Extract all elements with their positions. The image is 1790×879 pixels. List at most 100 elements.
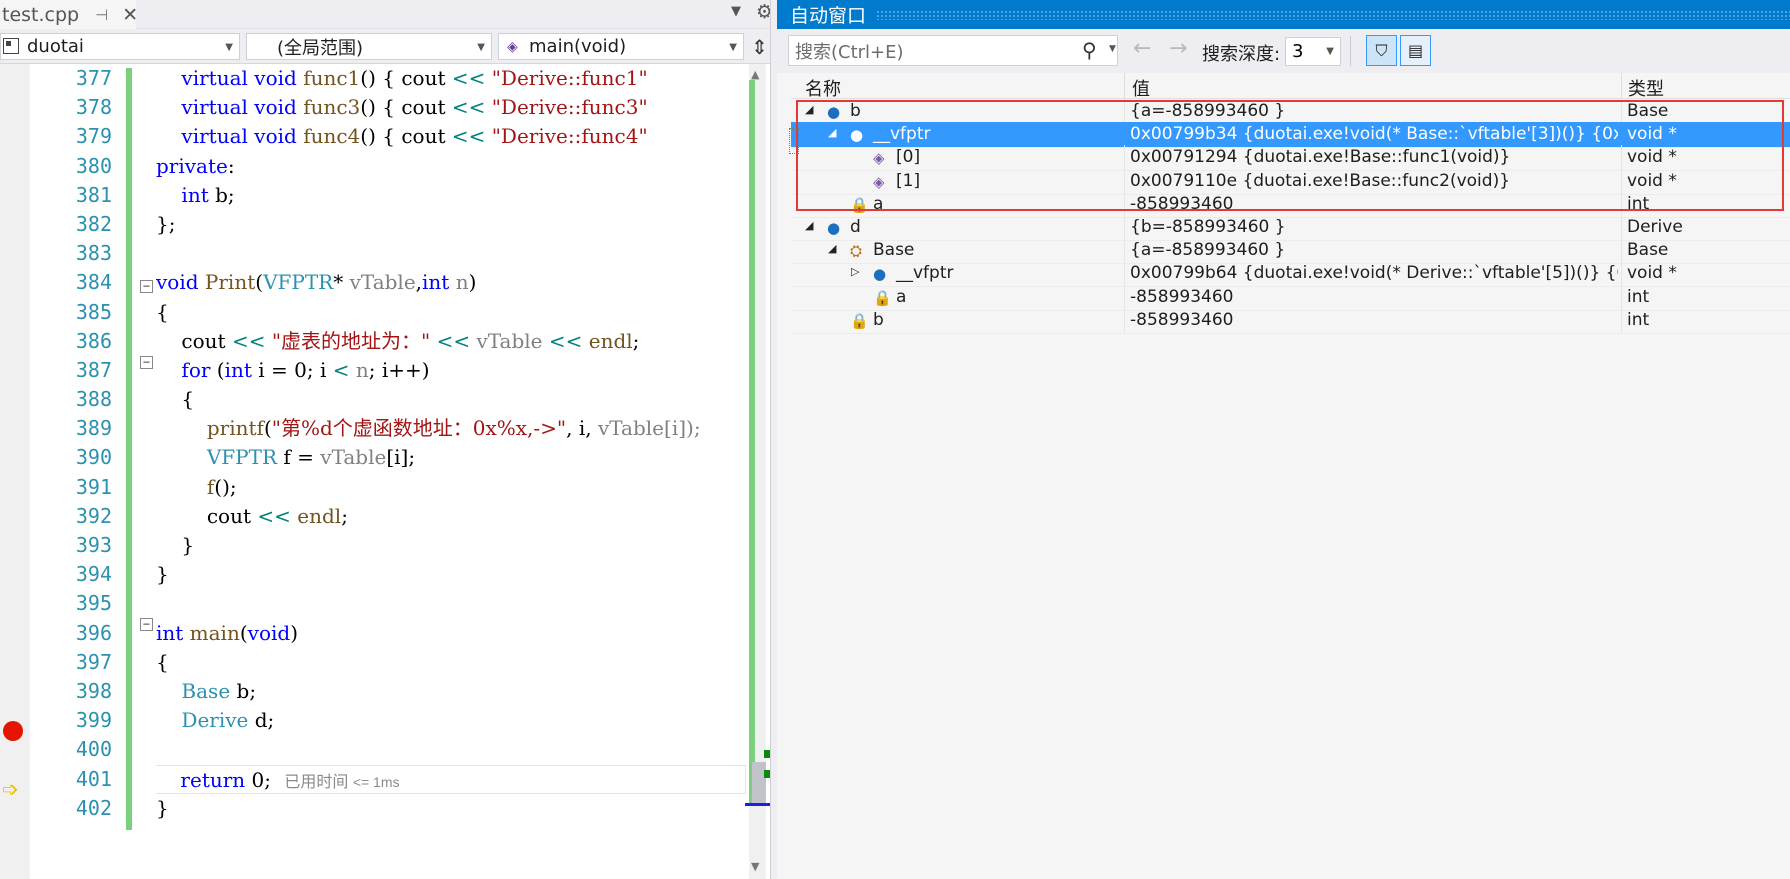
column-gridline [1124, 99, 1125, 125]
code-line[interactable]: } [156, 531, 746, 560]
scroll-down-icon[interactable]: ▼ [751, 860, 759, 873]
tab-list-dropdown-icon[interactable]: ▼ [731, 4, 741, 19]
autos-row-value[interactable]: {a=-858993460 } [1130, 101, 1618, 121]
autos-row-value[interactable]: -858993460 [1130, 287, 1618, 307]
scope-combo[interactable]: (全局范围) ▼ [246, 33, 492, 60]
code-line[interactable]: }; [156, 210, 746, 239]
column-header-value[interactable]: 值 [1132, 75, 1150, 101]
autos-title-bar[interactable]: 自动窗口 [777, 0, 1790, 29]
collapse-toggle-icon[interactable]: − [140, 280, 153, 293]
pane-splitter[interactable] [770, 0, 777, 879]
member-combo-value: main(void) [529, 36, 627, 57]
code-line[interactable]: { [156, 298, 746, 327]
collapse-arrow-icon[interactable]: ◢ [828, 126, 836, 139]
column-header-type[interactable]: 类型 [1628, 75, 1664, 101]
autos-row[interactable]: ▷ ● __vfptr 0x00799b64 {duotai.exe!void(* D… [791, 261, 1790, 288]
view-columns-button[interactable]: ▤ [1400, 35, 1431, 66]
code-line[interactable]: { [156, 385, 746, 414]
code-token: f [156, 474, 215, 499]
code-line[interactable]: cout << "虚表的地址为：" << vTable << endl; [156, 327, 746, 356]
pin-icon[interactable]: ⊣ [95, 6, 108, 24]
line-number: 378 [75, 95, 112, 120]
code-line[interactable]: } [156, 794, 746, 823]
code-token: << [451, 95, 492, 120]
column-header-name[interactable]: 名称 [805, 75, 841, 101]
code-token: void [254, 66, 304, 90]
code-token: b; [236, 678, 257, 703]
autos-row-value[interactable]: 0x00799b64 {duotai.exe!void(* Derive::`v… [1130, 263, 1618, 283]
search-back-button[interactable]: ← [1133, 36, 1151, 61]
code-line[interactable]: f(); [156, 473, 746, 502]
code-line[interactable]: virtual void func4() { cout << "Derive::… [156, 122, 746, 151]
member-combo[interactable]: main(void) ▼ [498, 33, 744, 60]
collapse-toggle-icon[interactable]: − [140, 356, 153, 369]
autos-row[interactable]: ◢ ● d {b=-858993460 } Derive [791, 215, 1790, 241]
object-icon: ● [873, 265, 887, 284]
search-placeholder: 搜索(Ctrl+E) [795, 41, 904, 63]
code-line[interactable]: void Print(VFPTR* vTable,int n) [156, 268, 746, 297]
autos-row-value[interactable]: {a=-858993460 } [1130, 240, 1618, 260]
search-forward-button[interactable]: → [1169, 36, 1187, 61]
autos-row-value[interactable]: 0x00791294 {duotai.exe!Base::func1(void)… [1130, 147, 1618, 167]
perf-tip[interactable]: 已用时间 <= 1ms [271, 774, 399, 791]
autos-row[interactable]: ◢ ⛭ Base {a=-858993460 } Base [791, 238, 1790, 265]
autos-row-value[interactable]: -858993460 [1130, 194, 1618, 214]
code-line[interactable]: Derive d; [156, 706, 746, 735]
code-token: endl [297, 503, 342, 528]
code-token: void [254, 95, 304, 120]
code-line[interactable]: return 0; 已用时间 <= 1ms [156, 764, 746, 794]
code-line[interactable]: int main(void) [156, 619, 746, 648]
code-line[interactable] [156, 735, 746, 764]
chevron-down-icon[interactable]: ▼ [1109, 44, 1116, 54]
split-window-icon[interactable]: ⇕ [751, 35, 768, 59]
expand-arrow-icon[interactable]: ▷ [851, 265, 859, 278]
search-icon[interactable]: ⚲ [1082, 38, 1097, 62]
close-icon[interactable]: ✕ [122, 4, 138, 26]
code-line[interactable]: VFPTR f = vTable[i]; [156, 443, 746, 472]
breakpoint-icon[interactable] [3, 721, 23, 741]
project-combo[interactable]: duotai ▼ [0, 33, 240, 60]
code-line[interactable]: Base b; [156, 677, 746, 706]
autos-title: 自动窗口 [790, 5, 867, 27]
column-divider[interactable] [1124, 73, 1125, 99]
autos-row[interactable]: ◢ ● __vfptr 0x00799b34 {duotai.exe!void(* B… [791, 122, 1790, 149]
search-depth-value: 3 [1292, 41, 1304, 62]
indicator-margin[interactable] [0, 64, 30, 879]
code-token: vTable[i]); [597, 416, 701, 441]
code-line[interactable]: for (int i = 0; i < n; i++) [156, 356, 746, 385]
code-line[interactable]: private: [156, 152, 746, 181]
code-line[interactable]: { [156, 648, 746, 677]
autos-row-value[interactable]: 0x0079110e {duotai.exe!Base::func2(void)… [1130, 171, 1618, 191]
code-line[interactable] [156, 239, 746, 268]
code-line[interactable]: virtual void func1() { cout << "Derive::… [156, 64, 746, 93]
code-line[interactable]: virtual void func3() { cout << "Derive::… [156, 93, 746, 122]
search-depth-select[interactable]: 3 ▼ [1285, 37, 1341, 66]
autos-row[interactable]: ◈ [0] 0x00791294 {duotai.exe!Base::func1(v… [791, 145, 1790, 172]
code-line[interactable] [156, 589, 746, 618]
autos-row-type: Derive [1627, 217, 1683, 237]
code-area[interactable]: virtual void func1() { cout << "Derive::… [156, 64, 746, 823]
search-input[interactable]: 搜索(Ctrl+E) [788, 35, 1118, 66]
autos-row-type: int [1627, 286, 1650, 307]
scrollbar-thumb[interactable] [752, 762, 766, 806]
autos-row[interactable]: 🔒 b -858993460 int [791, 307, 1790, 334]
autos-row[interactable]: ◈ [1] 0x0079110e {duotai.exe!Base::func2(v… [791, 168, 1790, 195]
code-line[interactable]: } [156, 560, 746, 589]
code-line[interactable]: printf("第%d个虚函数地址：0x%x,->", i, vTable[i]… [156, 414, 746, 443]
autos-row[interactable]: ◢ ● b {a=-858993460 } Base [791, 99, 1790, 125]
filter-pin-button[interactable]: ⛉ [1366, 35, 1397, 66]
column-divider[interactable] [1621, 73, 1622, 99]
autos-row-value[interactable]: {b=-858993460 } [1130, 217, 1618, 237]
collapse-toggle-icon[interactable]: − [140, 618, 153, 631]
autos-row-value[interactable]: -858993460 [1130, 310, 1618, 330]
collapse-arrow-icon[interactable]: ◢ [805, 103, 813, 116]
autos-row[interactable]: 🔒 a -858993460 int [791, 284, 1790, 311]
collapse-arrow-icon[interactable]: ◢ [828, 242, 836, 255]
collapse-arrow-icon[interactable]: ◢ [805, 219, 813, 232]
tab-test-cpp[interactable]: test.cpp ⊣ ✕ [0, 0, 138, 29]
code-line[interactable]: cout << endl; [156, 502, 746, 531]
chevron-down-icon: ▼ [225, 42, 233, 53]
autos-row-value[interactable]: 0x00799b34 {duotai.exe!void(* Base::`vft… [1130, 124, 1618, 144]
autos-row[interactable]: 🔒 a -858993460 int [791, 191, 1790, 218]
code-line[interactable]: int b; [156, 181, 746, 210]
